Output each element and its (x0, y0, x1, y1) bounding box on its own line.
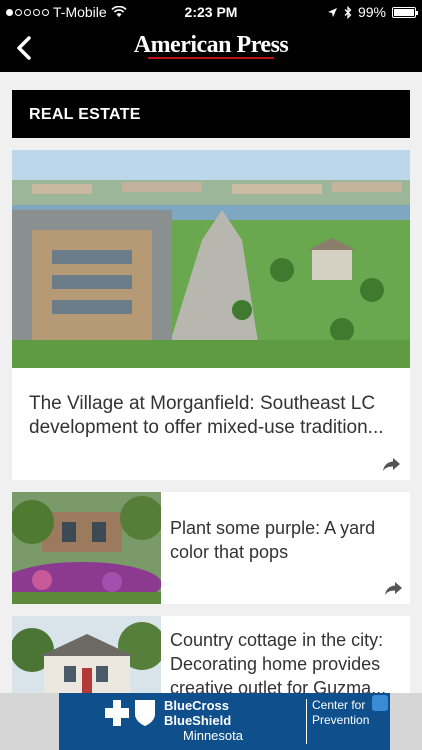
ad-tagline-line2: Prevention (312, 713, 370, 727)
ad-region: Minnesota (183, 728, 243, 743)
article-card[interactable]: Plant some purple: A yard color that pop… (12, 492, 410, 604)
status-right: 99% (327, 4, 418, 20)
article-title[interactable]: Country cottage in the city: Decorating … (170, 628, 400, 700)
ad-divider (306, 699, 307, 744)
bluecross-logo-icon (105, 700, 155, 726)
article-title[interactable]: Plant some purple: A yard color that pop… (170, 516, 400, 564)
share-icon[interactable] (384, 580, 404, 596)
article-image (12, 616, 161, 693)
bluetooth-icon (344, 5, 352, 19)
article-title[interactable]: The Village at Morganfield: Southeast LC… (29, 392, 396, 440)
article-image-featured (12, 150, 410, 368)
article-image (12, 492, 161, 604)
logo-text: American Press (133, 32, 289, 58)
status-bar: T-Mobile 2:23 PM 99% (0, 0, 422, 24)
ad-tagline-line1: Center for (312, 698, 366, 712)
ad-brand-line1: BlueCross (164, 698, 230, 713)
article-card[interactable]: Country cottage in the city: Decorating … (12, 616, 410, 698)
adchoices-icon[interactable] (372, 695, 388, 711)
nav-bar: American Press (0, 24, 422, 72)
section-title: REAL ESTATE (12, 90, 410, 138)
share-icon[interactable] (382, 456, 402, 472)
ad-strip: BlueCross BlueShield Minnesota Center fo… (0, 693, 422, 750)
battery-icon (392, 6, 418, 18)
battery-percent: 99% (357, 4, 386, 20)
app-logo: American Press (0, 32, 422, 59)
ad-banner[interactable]: BlueCross BlueShield Minnesota Center fo… (59, 693, 390, 750)
ad-tagline: Center for Prevention (312, 698, 369, 728)
location-arrow-icon (327, 7, 337, 17)
ad-brand: BlueCross BlueShield (164, 698, 231, 728)
article-card-featured[interactable]: The Village at Morganfield: Southeast LC… (12, 150, 410, 480)
ad-brand-line2: BlueShield (164, 713, 232, 728)
